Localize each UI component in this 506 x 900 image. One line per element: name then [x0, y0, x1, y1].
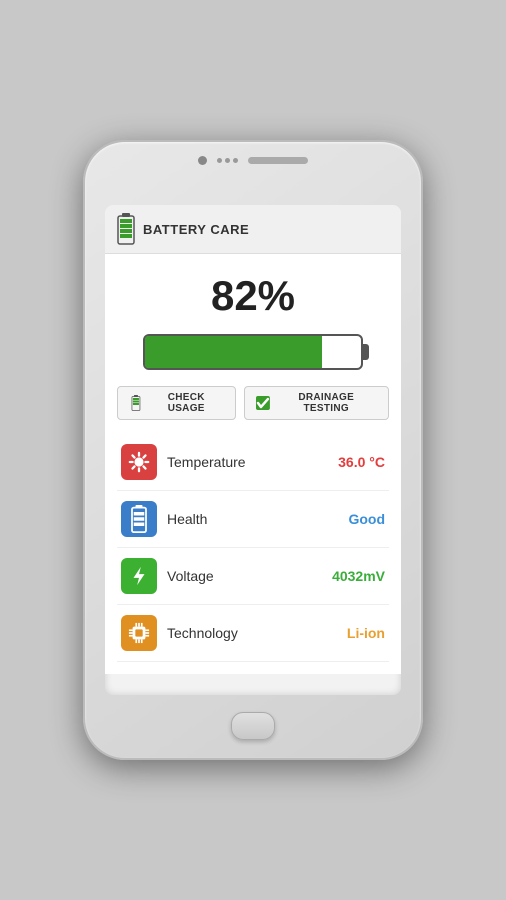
speaker-bar: [248, 157, 308, 164]
phone-top-bar: [198, 156, 308, 165]
battery-bar-fill: [145, 336, 322, 368]
info-row: TechnologyLi-ion: [117, 605, 389, 662]
home-button[interactable]: [231, 712, 275, 740]
speaker-dot-2: [225, 158, 230, 163]
stat-value-chip: Li-ion: [347, 625, 385, 641]
phone-screen: BATTERY CARE 82% CHECK US: [105, 205, 401, 695]
check-usage-button[interactable]: CHECK USAGE: [117, 386, 236, 420]
battery-bar-container: [143, 334, 363, 370]
drainage-icon: [255, 395, 271, 411]
app-header: BATTERY CARE: [105, 205, 401, 254]
info-row: HealthGood: [117, 491, 389, 548]
camera-dot: [198, 156, 207, 165]
battery-percentage-display: 82%: [211, 272, 295, 320]
info-table: Temperature36.0 °C HealthGood Voltage403…: [117, 434, 389, 662]
stat-icon-chip: [121, 615, 157, 651]
check-usage-icon: [128, 395, 144, 411]
info-row: Temperature36.0 °C: [117, 434, 389, 491]
speaker-dot-3: [233, 158, 238, 163]
stat-icon-battery: [121, 501, 157, 537]
stat-icon-bolt: [121, 558, 157, 594]
battery-icon-header: [117, 213, 135, 245]
app-content: 82% CHECK USAGE: [105, 254, 401, 674]
app-title: BATTERY CARE: [143, 222, 249, 237]
stat-icon-sun: [121, 444, 157, 480]
drainage-testing-button[interactable]: DRAINAGE TESTING: [244, 386, 389, 420]
check-usage-label: CHECK USAGE: [148, 392, 225, 414]
stat-label-chip: Technology: [167, 625, 347, 641]
phone-frame: BATTERY CARE 82% CHECK US: [83, 140, 423, 760]
speaker-dot-1: [217, 158, 222, 163]
stat-value-battery: Good: [348, 511, 385, 527]
stat-label-battery: Health: [167, 511, 348, 527]
stat-value-bolt: 4032mV: [332, 568, 385, 584]
drainage-label: DRAINAGE TESTING: [274, 392, 378, 414]
stat-label-sun: Temperature: [167, 454, 338, 470]
info-row: Voltage4032mV: [117, 548, 389, 605]
speaker-dots: [217, 158, 238, 163]
stat-label-bolt: Voltage: [167, 568, 332, 584]
buttons-row: CHECK USAGE DRAINAGE TESTING: [117, 386, 389, 420]
stat-value-sun: 36.0 °C: [338, 454, 385, 470]
